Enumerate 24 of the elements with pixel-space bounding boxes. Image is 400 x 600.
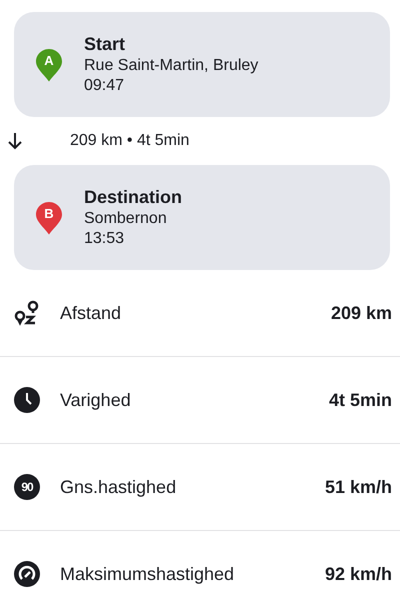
stat-value: 209 km [330, 302, 392, 324]
stop-card[interactable]: A Start Rue Saint-Martin, Bruley 09:47 [14, 12, 390, 117]
clock-icon [14, 387, 40, 413]
stat-value: 4t 5min [328, 390, 392, 410]
route-icon [14, 300, 40, 326]
stop-title: Start [84, 34, 126, 55]
stop-card[interactable]: B Destination Sombernon 13:53 [14, 165, 390, 270]
stop-time: 09:47 [84, 77, 126, 95]
stop-time: 13:53 [84, 230, 126, 248]
stat-label: Afstand [60, 302, 122, 324]
stop-place: Rue Saint-Martin, Bruley [84, 57, 258, 75]
pin-letter: B [43, 206, 55, 220]
stat-value: 51 km/h [324, 476, 392, 498]
stat-label: Maksimumshastighed [60, 564, 236, 584]
stat-label: Varighed [60, 390, 132, 410]
stop-title: Destination [84, 187, 182, 208]
gauge-icon [14, 561, 40, 587]
stat-value: 92 km/h [324, 564, 392, 584]
down-arrow-icon [7, 132, 23, 150]
speed-limit-icon: 90 [14, 474, 40, 500]
stat-label: Gns.hastighed [60, 476, 178, 498]
trip-summary: 209 km • 4t 5min [70, 132, 190, 150]
pin-letter: A [43, 52, 55, 68]
stop-place: Sombernon [84, 210, 168, 228]
